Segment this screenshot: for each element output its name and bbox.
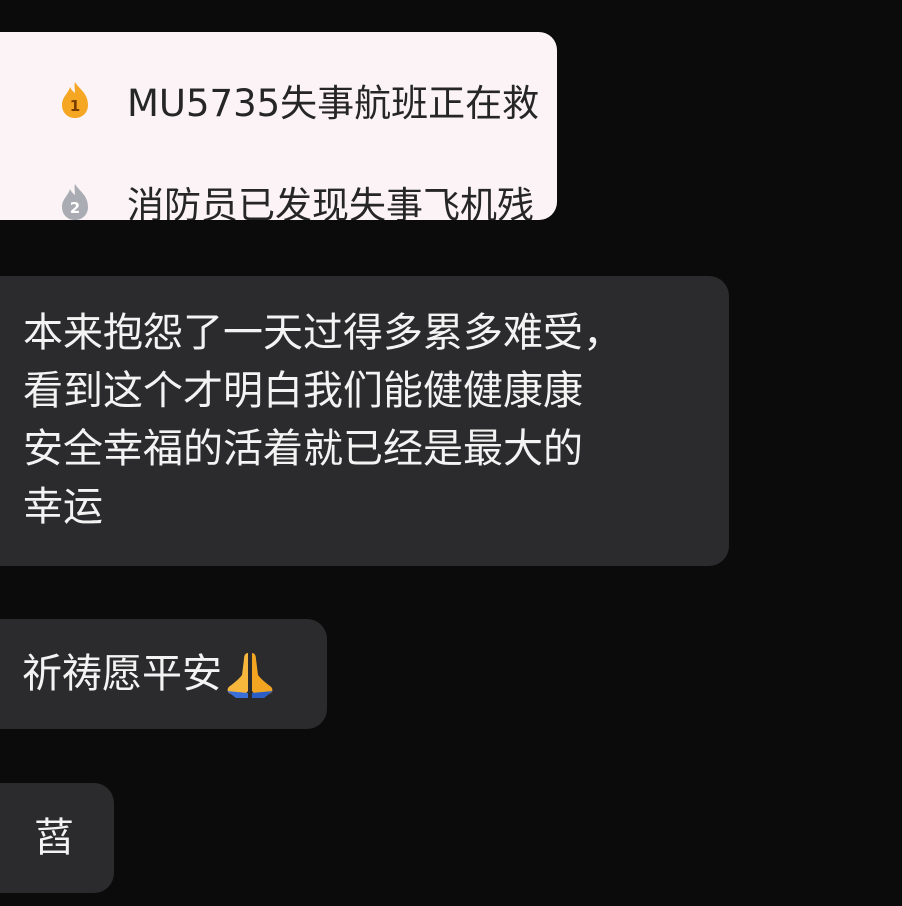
rank-flame-silver-icon: 2 [62, 184, 88, 220]
message-text: 祈祷愿平安 [22, 651, 222, 697]
svg-text:2: 2 [70, 199, 80, 217]
hot-search-title-1: MU5735失事航班正在救 [127, 82, 540, 125]
shared-image-card[interactable]: 1 MU5735失事航班正在救 2 消防员已发现失事飞机残 [0, 32, 557, 220]
hot-search-item-1: 1 MU5735失事航班正在救 [57, 78, 539, 125]
hot-search-title-2: 消防员已发现失事飞机残 [127, 184, 534, 220]
chat-bubble[interactable]: 蓞 [0, 783, 114, 893]
hot-search-item-2: 2 消防员已发现失事飞机残 [57, 180, 534, 220]
rank-flame-gold-icon: 1 [62, 82, 88, 118]
folded-hands-icon [227, 653, 273, 698]
chat-bubble[interactable]: 本来抱怨了一天过得多累多难受， 看到这个才明白我们能健健康康 安全幸福的活着就已… [0, 276, 729, 566]
svg-text:1: 1 [70, 97, 80, 115]
message-text: 本来抱怨了一天过得多累多难受， 看到这个才明白我们能健健康康 安全幸福的活着就已… [23, 310, 623, 530]
chat-bubble[interactable]: 祈祷愿平安 [0, 619, 327, 729]
message-text: 蓞 [34, 815, 74, 861]
